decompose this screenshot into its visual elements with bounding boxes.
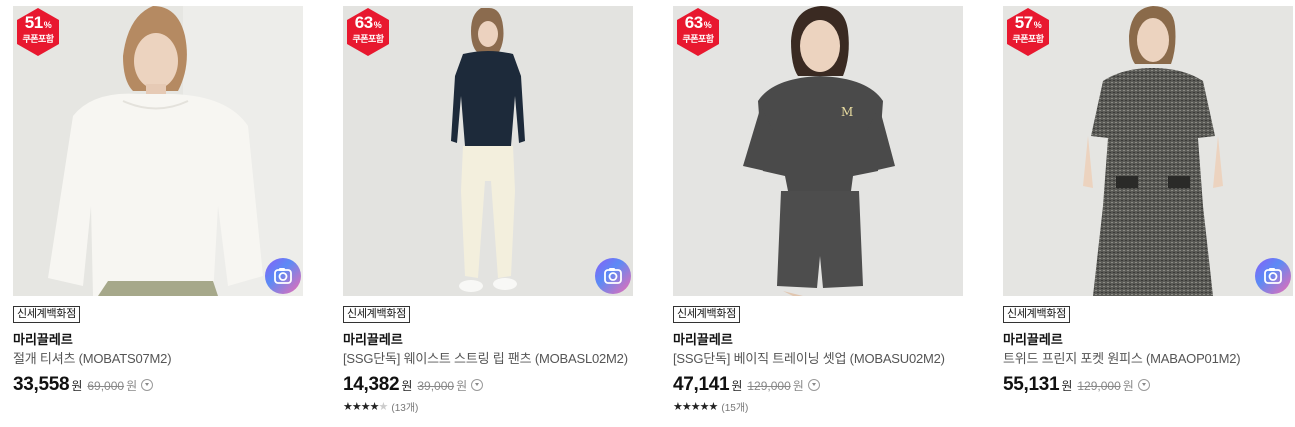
discount-badge: 63% 쿠폰포함 xyxy=(347,8,389,56)
product-name[interactable]: [SSG단독] 베이직 트레이닝 셋업 (MOBASU02M2) xyxy=(673,351,963,367)
price-currency: 원 xyxy=(401,379,413,393)
camera-search-button[interactable] xyxy=(265,258,301,294)
original-price-currency: 원 xyxy=(792,379,804,393)
product-image[interactable]: 51% 쿠폰포함 xyxy=(13,6,303,296)
product-image[interactable]: 57% 쿠폰포함 xyxy=(1003,6,1293,296)
price-row: 33,558 원 69,000 원 xyxy=(13,374,303,396)
product-name[interactable]: 절개 티셔츠 (MOBATS07M2) xyxy=(13,351,303,367)
original-price: 129,000 xyxy=(1077,379,1121,393)
shop-badge: 신세계백화점 xyxy=(1003,306,1070,323)
review-count: (13개) xyxy=(391,403,419,414)
star-icon: ★ xyxy=(699,401,710,413)
sale-price: 14,382 xyxy=(343,374,400,395)
discount-unit: % xyxy=(373,20,382,30)
discount-badge: 57% 쿠폰포함 xyxy=(1007,8,1049,56)
camera-icon xyxy=(604,268,622,284)
star-icon: ★ xyxy=(690,401,701,413)
star-icon: ★ xyxy=(343,401,353,413)
shop-badge: 신세계백화점 xyxy=(13,306,80,323)
camera-search-button[interactable] xyxy=(595,258,631,294)
rating-row[interactable]: ★★★★★ (13개) xyxy=(343,399,633,414)
info-circle-icon[interactable] xyxy=(141,379,154,391)
product-card[interactable]: M 63% 쿠폰포함 신세계백화점 마리끌레르 [SSG단독] 베이직 트레이닝… xyxy=(673,6,963,414)
brand-name[interactable]: 마리끌레르 xyxy=(673,332,963,348)
star-icon: ★ xyxy=(673,401,683,413)
camera-icon xyxy=(274,268,292,284)
price-row: 14,382 원 39,000 원 xyxy=(343,374,633,396)
info-circle-icon[interactable] xyxy=(1137,379,1150,391)
star-rating: ★★★★★ xyxy=(673,400,719,413)
product-image[interactable]: 63% 쿠폰포함 xyxy=(343,6,633,296)
camera-icon xyxy=(1264,268,1282,284)
discount-percent: 51 xyxy=(24,13,43,32)
rating-row[interactable]: ★★★★★ (15개) xyxy=(673,399,963,414)
star-icon: ★ xyxy=(360,401,371,413)
brand-name[interactable]: 마리끌레르 xyxy=(13,332,303,348)
discount-badge: 63% 쿠폰포함 xyxy=(677,8,719,56)
discount-percent: 63 xyxy=(354,13,373,32)
coupon-label: 쿠폰포함 xyxy=(1012,34,1044,44)
discount-percent: 63 xyxy=(684,13,703,32)
brand-name[interactable]: 마리끌레르 xyxy=(1003,332,1293,348)
star-icon: ★ xyxy=(369,401,380,413)
camera-search-button[interactable] xyxy=(1255,258,1291,294)
star-icon: ★ xyxy=(378,401,389,413)
discount-unit: % xyxy=(703,20,712,30)
sale-price: 33,558 xyxy=(13,374,70,395)
original-price: 69,000 xyxy=(87,379,125,393)
original-price: 39,000 xyxy=(417,379,455,393)
product-grid: 51% 쿠폰포함 신세계백화점 마리끌레르 절개 티셔츠 (MOBATS07M2… xyxy=(0,0,1295,427)
original-price-currency: 원 xyxy=(456,379,468,393)
coupon-label: 쿠폰포함 xyxy=(22,34,54,44)
price-currency: 원 xyxy=(71,379,83,393)
product-name[interactable]: 트위드 프린지 포켓 원피스 (MABAOP01M2) xyxy=(1003,351,1293,367)
discount-unit: % xyxy=(43,20,52,30)
sale-price: 55,131 xyxy=(1003,374,1060,395)
original-price: 129,000 xyxy=(747,379,791,393)
coupon-label: 쿠폰포함 xyxy=(682,34,714,44)
price-row: 55,131 원 129,000 원 xyxy=(1003,374,1293,396)
star-icon: ★ xyxy=(681,401,692,413)
review-count: (15개) xyxy=(721,403,749,414)
price-currency: 원 xyxy=(731,379,743,393)
product-image[interactable]: M 63% 쿠폰포함 xyxy=(673,6,963,296)
price-row: 47,141 원 129,000 원 xyxy=(673,374,963,396)
product-card[interactable]: 51% 쿠폰포함 신세계백화점 마리끌레르 절개 티셔츠 (MOBATS07M2… xyxy=(13,6,303,396)
product-card[interactable]: 63% 쿠폰포함 신세계백화점 마리끌레르 [SSG단독] 웨이스트 스트링 립… xyxy=(343,6,633,414)
discount-unit: % xyxy=(1033,20,1042,30)
info-circle-icon[interactable] xyxy=(807,379,820,391)
star-icon: ★ xyxy=(351,401,362,413)
price-currency: 원 xyxy=(1061,379,1073,393)
product-card[interactable]: 57% 쿠폰포함 신세계백화점 마리끌레르 트위드 프린지 포켓 원피스 (MA… xyxy=(1003,6,1293,396)
shop-badge: 신세계백화점 xyxy=(343,306,410,323)
sale-price: 47,141 xyxy=(673,374,730,395)
info-circle-icon[interactable] xyxy=(471,379,484,391)
coupon-label: 쿠폰포함 xyxy=(352,34,384,44)
product-name[interactable]: [SSG단독] 웨이스트 스트링 립 팬츠 (MOBASL02M2) xyxy=(343,351,633,367)
discount-percent: 57 xyxy=(1014,13,1033,32)
svg-text:M: M xyxy=(841,105,853,119)
star-icon: ★ xyxy=(708,401,719,413)
original-price-currency: 원 xyxy=(126,379,138,393)
star-rating: ★★★★★ xyxy=(343,400,389,413)
discount-badge: 51% 쿠폰포함 xyxy=(17,8,59,56)
shop-badge: 신세계백화점 xyxy=(673,306,740,323)
brand-name[interactable]: 마리끌레르 xyxy=(343,332,633,348)
original-price-currency: 원 xyxy=(1122,379,1134,393)
